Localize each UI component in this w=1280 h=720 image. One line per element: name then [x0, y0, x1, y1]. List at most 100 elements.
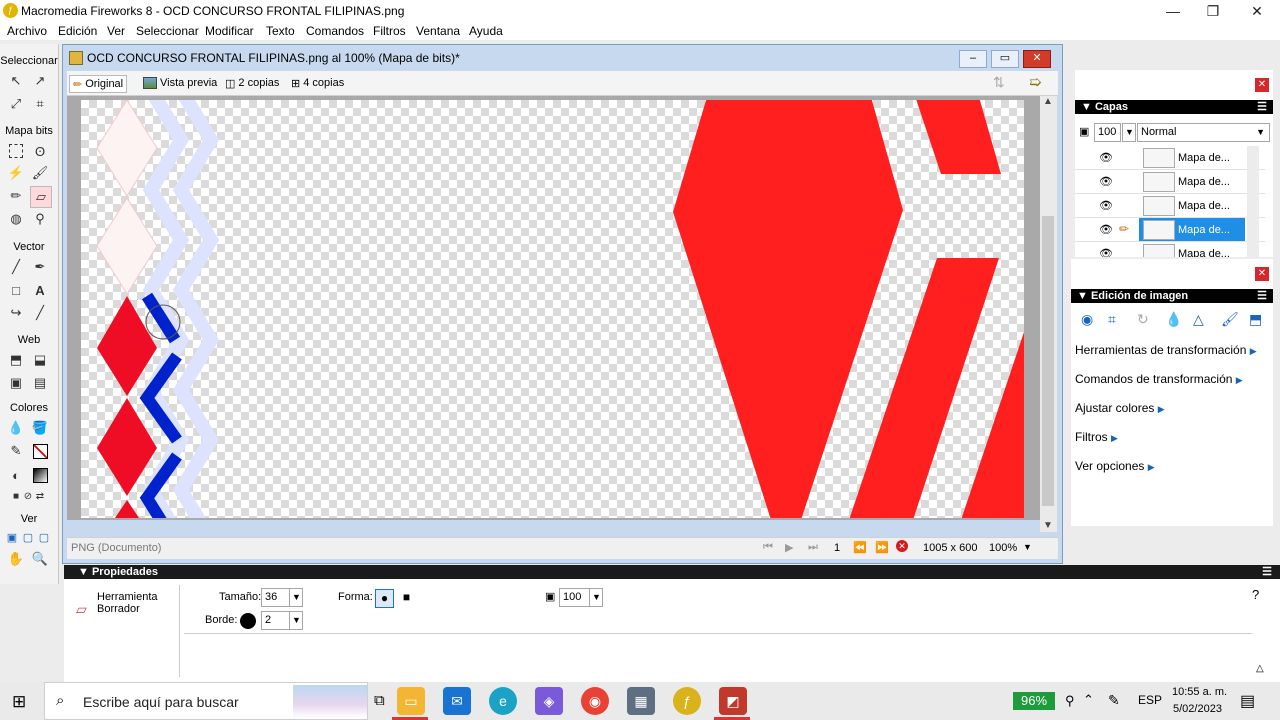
close-button[interactable]: ✕ [1234, 0, 1280, 22]
opacity-dropdown-icon[interactable]: ▼ [1122, 123, 1136, 142]
menu-edicion[interactable]: Edición [58, 24, 97, 38]
size-field[interactable]: 36 [261, 588, 290, 607]
sharpen-icon[interactable]: △ [1193, 311, 1204, 328]
rectangle-tool-icon[interactable]: □ [6, 280, 26, 300]
square-shape-button[interactable]: ■ [398, 589, 415, 606]
magic-wand-tool-icon[interactable]: ⚡ [6, 163, 26, 183]
doc-minimize-button[interactable]: – [959, 50, 987, 68]
layer-lock-icon[interactable]: ▣ [1079, 125, 1089, 138]
last-frame-icon[interactable]: ⏭ [808, 541, 818, 554]
pointer-tool-icon[interactable]: ↖ [6, 71, 26, 91]
fireworks-taskbar-icon[interactable]: ƒ [673, 687, 701, 715]
scroll-up-icon[interactable]: ▲ [1043, 96, 1053, 107]
show-hotspots-icon[interactable]: ▤ [30, 373, 50, 393]
image-edit-panel-header[interactable]: ▼ Edición de imagen ☰ [1071, 289, 1273, 303]
gradient-fill-icon[interactable] [30, 465, 50, 485]
swap-colors-icon[interactable]: ⇄ [30, 486, 50, 506]
pencil-tool-icon[interactable]: ✏ [6, 186, 26, 206]
edge-field[interactable]: 2 [261, 611, 290, 630]
hand-tool-icon[interactable]: ✋ [6, 549, 26, 569]
opacity-field[interactable]: 100 [559, 588, 590, 607]
hotspot-tool-icon[interactable]: ⬒ [6, 350, 26, 370]
person-icon[interactable]: ⚲ [1065, 693, 1075, 709]
panel-options-icon[interactable]: ☰ [1257, 289, 1267, 303]
page-options-icon[interactable]: ➯ [1029, 73, 1042, 91]
layer-row-selected[interactable]: 👁 ✏ Mapa de... [1075, 218, 1265, 242]
eraser-tool-icon[interactable]: ▱ [30, 186, 52, 208]
windows-start-icon[interactable]: ⊞ [12, 692, 26, 712]
battery-badge[interactable]: 96% [1013, 692, 1055, 710]
layers-scrollbar[interactable] [1247, 146, 1259, 257]
round-shape-button[interactable]: ● [375, 589, 394, 608]
maximize-button[interactable]: ❐ [1190, 0, 1236, 22]
filters-item[interactable]: Filtros ▶ [1075, 430, 1118, 444]
fill-color-icon[interactable] [30, 441, 50, 461]
clock-date[interactable]: 5/02/2023 [1173, 703, 1222, 715]
file-explorer-icon[interactable]: ▭ [397, 687, 425, 715]
canvas-size[interactable]: 1005 x 600 [923, 542, 977, 554]
quick-export-icon[interactable]: ⇅ [993, 74, 1005, 91]
knife-tool-icon[interactable]: ╱ [30, 303, 50, 323]
scroll-down-icon[interactable]: ▼ [1043, 520, 1053, 531]
eyedropper-tool-icon[interactable]: 💧 [6, 418, 26, 438]
hide-hotspots-icon[interactable]: ▣ [6, 373, 26, 393]
brush-fill-icon[interactable]: ◐ [6, 465, 26, 485]
subselect-tool-icon[interactable]: ↗ [30, 71, 50, 91]
menu-ayuda[interactable]: Ayuda [469, 24, 503, 38]
adjust-colors-item[interactable]: Ajustar colores ▶ [1075, 401, 1165, 415]
line-tool-icon[interactable]: ╱ [6, 257, 26, 277]
image-edit-close-icon[interactable]: ✕ [1255, 267, 1269, 281]
crop-tool-icon[interactable]: ⌗ [30, 94, 50, 114]
tab-preview[interactable]: Vista previa [140, 75, 220, 91]
rotate-icon[interactable]: ↻ [1137, 311, 1149, 328]
chevron-up-icon[interactable]: ⌃ [1083, 692, 1094, 708]
view-options-item[interactable]: Ver opciones ▶ [1075, 459, 1155, 473]
expand-icon[interactable]: △ [1256, 663, 1264, 674]
eye-icon[interactable]: 👁 [1099, 247, 1113, 257]
blur-tool-icon[interactable]: ◍ [6, 209, 26, 229]
doc-close-button[interactable]: ✕ [1023, 50, 1051, 68]
menu-ver[interactable]: Ver [107, 24, 125, 38]
scale-tool-icon[interactable]: ⤢ [6, 94, 26, 114]
pen-tool-icon[interactable]: ✒ [30, 257, 50, 277]
transform-commands-item[interactable]: Comandos de transformación ▶ [1075, 372, 1243, 386]
taskbar-search[interactable]: ⌕ Escribe aquí para buscar [44, 682, 368, 720]
vertical-scrollbar[interactable]: ▲ ▼ [1040, 96, 1057, 532]
transform-tools-item[interactable]: Herramientas de transformación ▶ [1075, 343, 1257, 357]
full-screen-icon[interactable]: ▢ [34, 527, 54, 547]
blur-drop-icon[interactable]: 💧 [1165, 311, 1182, 328]
canvas[interactable] [81, 100, 1024, 518]
pen-icon[interactable]: ✎ [1108, 692, 1120, 709]
brush-icon[interactable]: 🖌 [1221, 311, 1239, 328]
tab-2-up[interactable]: ◫ 2 copias [222, 75, 282, 91]
marquee-tool-icon[interactable] [6, 141, 26, 161]
menu-archivo[interactable]: Archivo [7, 24, 47, 38]
clock-time[interactable]: 10:55 a. m. [1172, 686, 1227, 698]
slice-tool-icon[interactable]: ⬓ [30, 350, 50, 370]
next-frame-icon[interactable]: ⏩ [875, 541, 889, 554]
scroll-thumb[interactable] [1042, 216, 1054, 506]
layer-opacity-field[interactable]: 100 [1094, 123, 1121, 142]
zoom-tool-icon[interactable]: 🔍 [30, 549, 50, 569]
help-icon[interactable]: ? [1252, 587, 1259, 602]
panel-options-icon[interactable]: ☰ [1257, 100, 1267, 114]
crop-icon[interactable]: ⌗ [1108, 311, 1116, 328]
menu-texto[interactable]: Texto [266, 24, 295, 38]
menu-ventana[interactable]: Ventana [416, 24, 460, 38]
paint-bucket-tool-icon[interactable]: 🪣 [30, 418, 50, 438]
menu-modificar[interactable]: Modificar [205, 24, 254, 38]
panel-options-icon[interactable]: ☰ [1262, 565, 1272, 579]
layers-panel-header[interactable]: ▼ Capas ☰ [1075, 100, 1273, 114]
image-app-icon[interactable]: ◩ [719, 687, 747, 715]
play-icon[interactable]: ▶ [785, 541, 793, 554]
eye-icon[interactable]: 👁 [1099, 151, 1113, 164]
layers-close-icon[interactable]: ✕ [1255, 78, 1269, 92]
layer-row[interactable]: 👁 Mapa de... [1075, 242, 1265, 257]
first-frame-icon[interactable]: ⏮ [763, 541, 773, 554]
chrome-icon[interactable]: ◉ [581, 687, 609, 715]
brush-tool-icon[interactable]: 🖌 [30, 163, 50, 183]
replace-color-icon[interactable]: ⬒ [1249, 311, 1262, 328]
tab-original[interactable]: ✏ Original [69, 75, 128, 93]
zoom-level[interactable]: 100% [989, 542, 1017, 554]
stroke-color-icon[interactable]: ✎ [6, 441, 26, 461]
